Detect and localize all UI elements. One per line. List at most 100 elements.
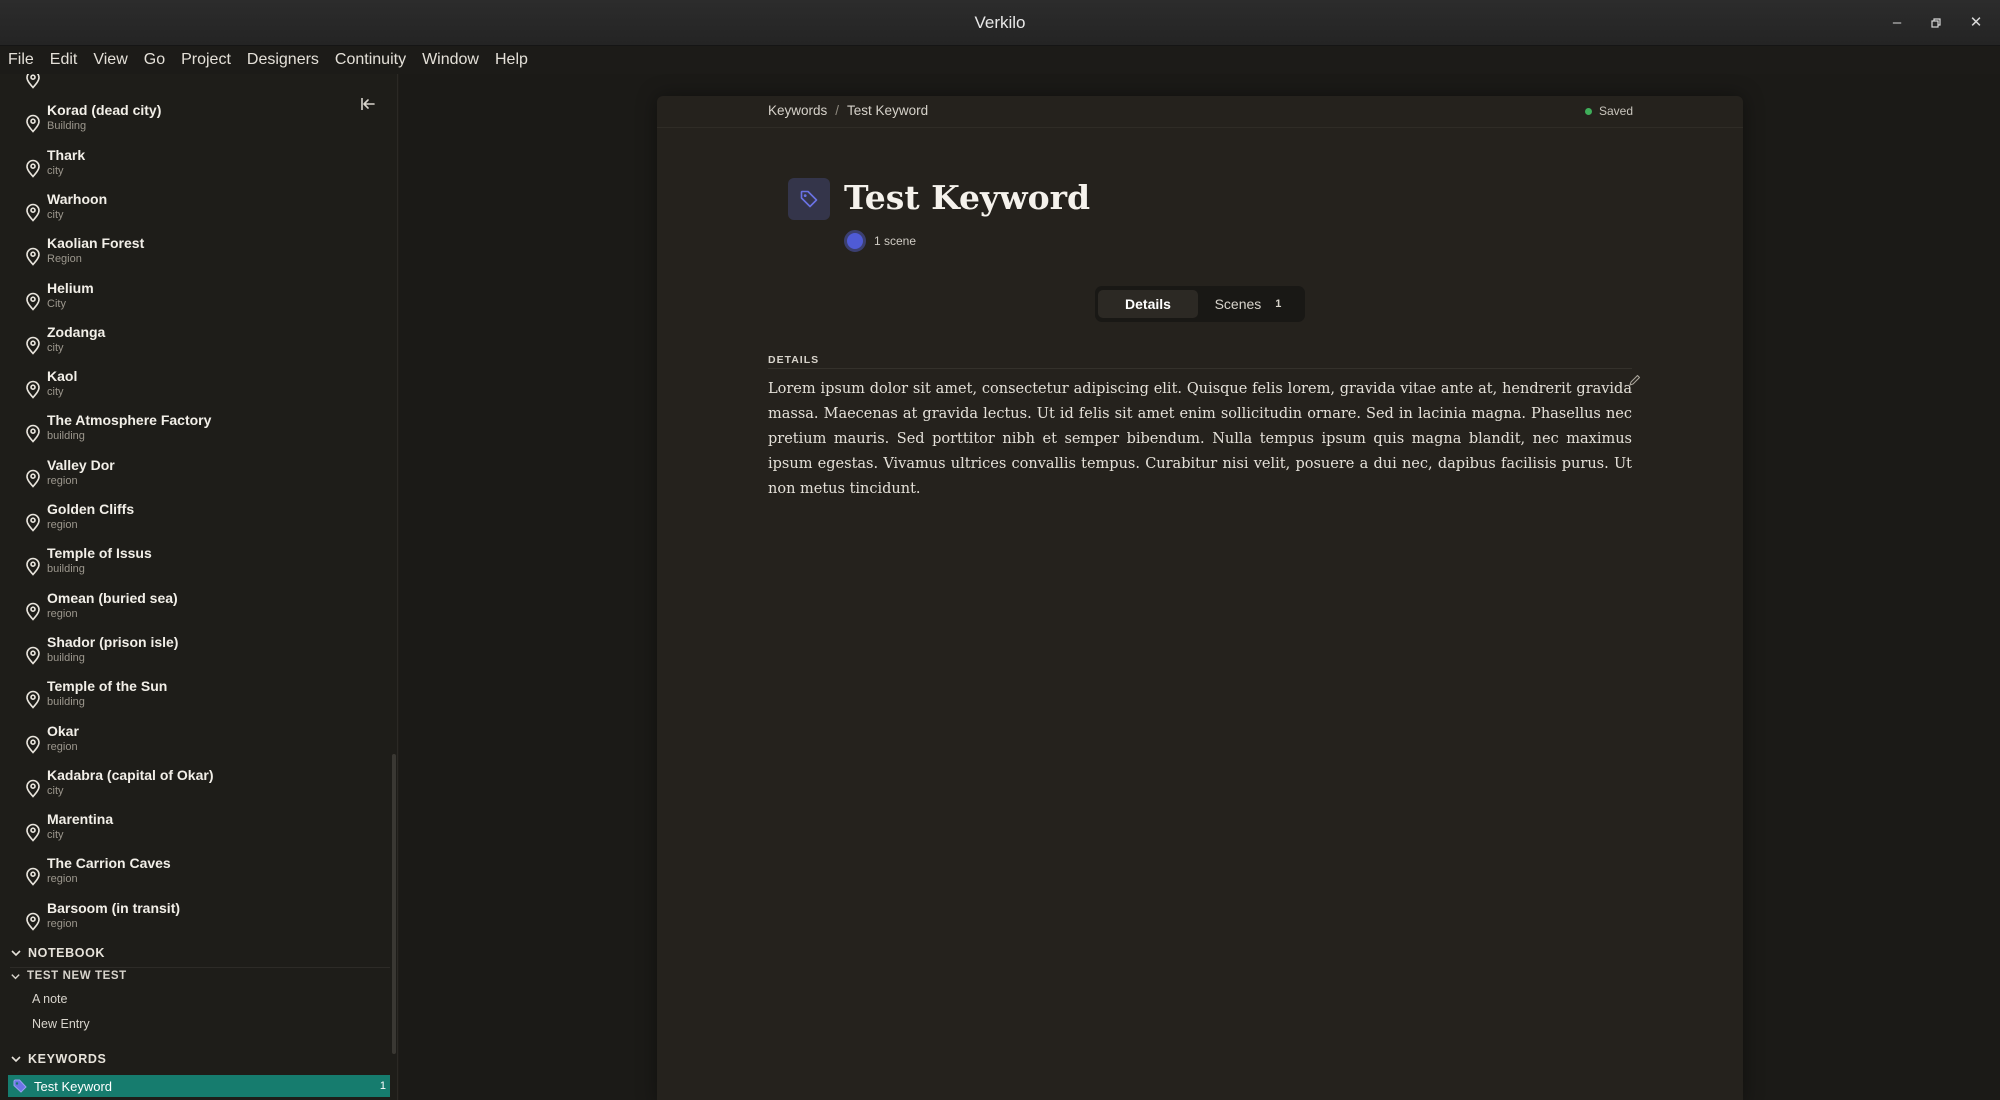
location-type: city bbox=[47, 829, 64, 842]
map-pin-icon bbox=[26, 690, 40, 709]
location-type: building bbox=[47, 651, 85, 664]
map-pin-icon bbox=[26, 823, 40, 842]
location-name: Okar bbox=[47, 722, 79, 739]
location-item[interactable]: Kaolian Forest Region bbox=[0, 235, 380, 279]
breadcrumb-current: Test Keyword bbox=[847, 103, 929, 118]
document-header: Keywords / Test Keyword Saved bbox=[657, 96, 1743, 128]
sidebar: Dead Sea BottomsKorad (dead city)Buildin… bbox=[0, 74, 398, 1100]
location-type: region bbox=[47, 474, 78, 487]
notebook-section-header[interactable]: NOTEBOOK bbox=[10, 946, 105, 960]
location-name: Shador (prison isle) bbox=[47, 633, 179, 650]
keyword-title[interactable]: Test Keyword bbox=[844, 178, 1090, 217]
notebook-group-header[interactable]: TEST NEW TEST bbox=[10, 967, 390, 982]
tab-bar: Details Scenes 1 bbox=[1095, 286, 1305, 322]
location-name: Valley Dor bbox=[47, 456, 115, 473]
location-name: Kaolian Forest bbox=[47, 235, 145, 252]
location-type: Region bbox=[47, 253, 82, 266]
chevron-down-icon bbox=[11, 950, 21, 957]
location-item[interactable]: Kaol city bbox=[0, 368, 380, 412]
location-item[interactable]: Okar region bbox=[0, 723, 380, 767]
location-item[interactable]: Marentina city bbox=[0, 811, 380, 855]
location-type: region bbox=[47, 740, 78, 753]
location-item[interactable]: Kadabra (capital of Okar) city bbox=[0, 767, 380, 811]
menu-window[interactable]: Window bbox=[422, 51, 479, 69]
location-name: Marentina bbox=[47, 811, 114, 828]
notebook-entry[interactable]: A note bbox=[32, 992, 67, 1006]
breadcrumb-separator: / bbox=[835, 103, 840, 118]
location-name: Kadabra (capital of Okar) bbox=[47, 766, 214, 783]
location-item[interactable]: Shador (prison isle) building bbox=[0, 634, 380, 678]
map-pin-icon bbox=[26, 558, 40, 577]
location-name: Korad (dead city) bbox=[47, 102, 162, 119]
details-text[interactable]: Lorem ipsum dolor sit amet, consectetur … bbox=[768, 377, 1632, 502]
tab-details-label: Details bbox=[1125, 296, 1171, 312]
map-pin-icon bbox=[26, 74, 40, 89]
location-item[interactable]: Helium City bbox=[0, 280, 380, 324]
map-pin-icon bbox=[26, 336, 40, 355]
map-pin-icon bbox=[26, 735, 40, 754]
location-item[interactable]: The Atmosphere Factory building bbox=[0, 412, 380, 456]
keywords-section-header[interactable]: KEYWORDS bbox=[10, 1052, 106, 1066]
sidebar-scrollbar[interactable] bbox=[392, 754, 396, 1054]
tab-scenes-label: Scenes bbox=[1214, 296, 1262, 312]
saved-indicator-icon bbox=[1584, 107, 1592, 115]
location-type: region bbox=[47, 873, 78, 886]
location-item[interactable]: Temple of the Sun building bbox=[0, 678, 380, 722]
close-icon[interactable]: ✕ bbox=[1965, 12, 1987, 34]
notebook-group-label: TEST NEW TEST bbox=[27, 970, 127, 982]
menu-help[interactable]: Help bbox=[495, 51, 528, 69]
menu-continuity[interactable]: Continuity bbox=[335, 51, 406, 69]
location-item[interactable]: Valley Dor region bbox=[0, 457, 380, 501]
menu-go[interactable]: Go bbox=[144, 51, 165, 69]
maximize-icon[interactable] bbox=[1925, 12, 1947, 34]
location-item[interactable]: Temple of Issus building bbox=[0, 545, 380, 589]
minimize-icon[interactable]: – bbox=[1886, 12, 1908, 34]
keyword-document: Keywords / Test Keyword Saved Test Keywo… bbox=[657, 96, 1743, 1100]
location-name: Temple of the Sun bbox=[47, 678, 168, 695]
tab-scenes[interactable]: Scenes 1 bbox=[1198, 290, 1298, 318]
map-pin-icon bbox=[26, 203, 40, 222]
location-item[interactable]: The Carrion Caves region bbox=[0, 855, 380, 899]
details-divider bbox=[768, 368, 1632, 369]
scene-count: 1 scene bbox=[844, 230, 916, 252]
location-type: city bbox=[47, 208, 64, 221]
menu-view[interactable]: View bbox=[93, 51, 127, 69]
menu-project[interactable]: Project bbox=[181, 51, 231, 69]
tag-icon bbox=[13, 1079, 27, 1093]
menu-designers[interactable]: Designers bbox=[247, 51, 319, 69]
keyword-icon-box[interactable] bbox=[788, 178, 830, 220]
breadcrumb: Keywords / Test Keyword bbox=[768, 103, 928, 118]
location-name: The Atmosphere Factory bbox=[47, 412, 212, 429]
menu-bar: File Edit View Go Project Designers Cont… bbox=[0, 46, 2000, 74]
window-title: Verkilo bbox=[974, 13, 1026, 32]
location-item[interactable]: Dead Sea Bottoms bbox=[0, 74, 380, 102]
location-item[interactable]: Omean (buried sea) region bbox=[0, 590, 380, 634]
map-pin-icon bbox=[26, 912, 40, 931]
map-pin-icon bbox=[26, 159, 40, 178]
map-pin-icon bbox=[26, 425, 40, 444]
location-item[interactable]: Thark city bbox=[0, 147, 380, 191]
breadcrumb-keywords[interactable]: Keywords bbox=[768, 103, 827, 118]
location-type: building bbox=[47, 430, 85, 443]
title-bar: Verkilo – ✕ bbox=[0, 0, 2000, 46]
tab-details[interactable]: Details bbox=[1098, 290, 1198, 318]
location-type: city bbox=[47, 341, 64, 354]
location-type: building bbox=[47, 563, 85, 576]
details-section-label: DETAILS bbox=[768, 354, 820, 366]
location-item[interactable]: Barsoom (in transit) region bbox=[0, 900, 380, 944]
location-name: Golden Cliffs bbox=[47, 501, 135, 517]
keyword-item-selected[interactable]: Test Keyword 1 bbox=[8, 1075, 390, 1097]
location-type: city bbox=[47, 164, 64, 177]
save-status: Saved bbox=[1584, 104, 1633, 118]
location-type: region bbox=[47, 607, 78, 620]
menu-edit[interactable]: Edit bbox=[50, 51, 78, 69]
notebook-entry[interactable]: New Entry bbox=[32, 1017, 90, 1031]
location-item[interactable]: Korad (dead city) Building bbox=[0, 102, 380, 146]
location-name: The Carrion Caves bbox=[47, 855, 171, 872]
location-item[interactable]: Golden Cliffs region bbox=[0, 501, 380, 545]
map-pin-icon bbox=[26, 380, 40, 399]
menu-file[interactable]: File bbox=[8, 51, 34, 69]
keyword-color-swatch[interactable] bbox=[844, 230, 866, 252]
location-item[interactable]: Warhoon city bbox=[0, 191, 380, 235]
location-item[interactable]: Zodanga city bbox=[0, 324, 380, 368]
